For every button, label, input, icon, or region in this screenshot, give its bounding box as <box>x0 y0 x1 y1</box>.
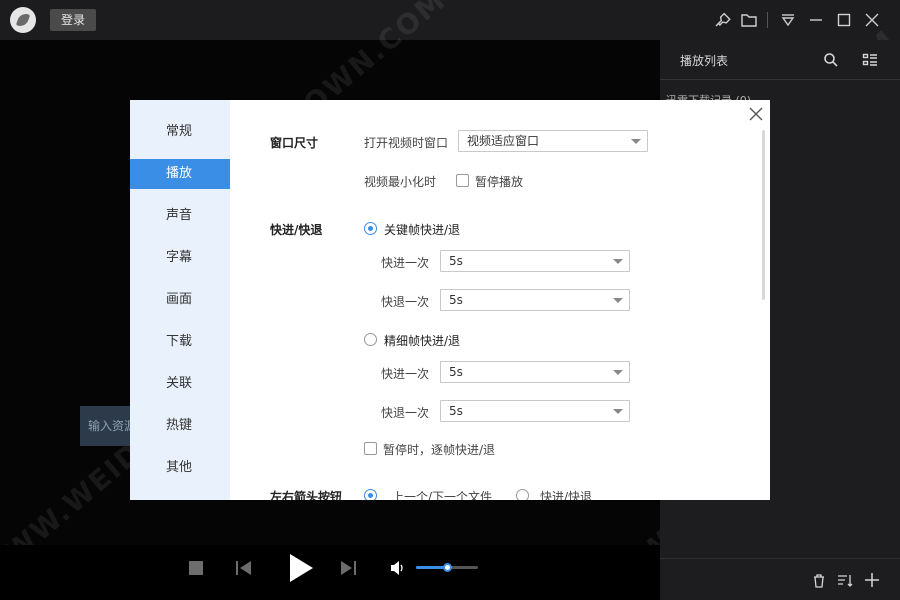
settings-dialog: 常规 播放 声音 字幕 画面 下载 关联 热键 其他 窗口尺寸 打开视频时窗口 … <box>130 100 770 500</box>
player-window: 登录 输入资源 WWW.WEIDOWN.COM WWW.WEIDOWN.COM … <box>0 0 900 600</box>
pause-on-minimize-label: 暂停播放 <box>475 175 524 189</box>
keyframe-seek-radio[interactable] <box>364 222 377 235</box>
section-title-window-size: 窗口尺寸 <box>270 136 319 150</box>
chevron-down-icon <box>613 409 623 414</box>
play-icon[interactable] <box>288 553 314 583</box>
volume-slider-handle[interactable] <box>443 563 452 572</box>
list-view-icon[interactable] <box>862 52 878 68</box>
settings-content: 窗口尺寸 打开视频时窗口 视频适应窗口 视频最小化时 暂停播放 快进/快退 关键… <box>230 100 770 500</box>
minimize-icon[interactable] <box>806 10 826 30</box>
search-icon[interactable] <box>823 52 839 68</box>
nav-item-general[interactable]: 常规 <box>130 117 230 147</box>
kf-forward-value: 5s <box>449 254 463 268</box>
sort-icon[interactable] <box>837 573 853 588</box>
frame-step-label: 暂停时，逐帧快进/退 <box>383 443 496 457</box>
nav-item-playback[interactable]: 播放 <box>130 159 230 189</box>
app-logo[interactable] <box>10 7 36 33</box>
playlist-footer <box>660 558 900 600</box>
kf-forward-label: 快进一次 <box>381 256 430 270</box>
chevron-down-icon <box>613 259 623 264</box>
kf-backward-label: 快退一次 <box>381 295 430 309</box>
precise-seek-radio[interactable] <box>364 333 377 346</box>
pr-backward-value: 5s <box>449 404 463 418</box>
nav-item-download[interactable]: 下载 <box>130 327 230 357</box>
pr-forward-select[interactable]: 5s <box>440 361 630 383</box>
section-title-arrow-keys: 左右箭头按钮 <box>270 490 343 500</box>
nav-item-hotkeys[interactable]: 热键 <box>130 411 230 441</box>
next-icon[interactable] <box>340 561 356 575</box>
pr-backward-select[interactable]: 5s <box>440 400 630 422</box>
open-window-select[interactable]: 视频适应窗口 <box>458 130 648 152</box>
playlist-header: 播放列表 <box>660 40 900 80</box>
volume-slider[interactable] <box>416 563 478 572</box>
kf-backward-value: 5s <box>449 293 463 307</box>
open-window-select-value: 视频适应窗口 <box>467 134 540 148</box>
pr-forward-value: 5s <box>449 365 463 379</box>
folder-icon[interactable] <box>739 10 759 30</box>
nav-item-other[interactable]: 其他 <box>130 453 230 483</box>
trash-icon[interactable] <box>812 573 826 588</box>
nav-item-association[interactable]: 关联 <box>130 369 230 399</box>
precise-seek-label: 精细帧快进/退 <box>384 334 461 348</box>
title-bar: 登录 <box>0 0 900 40</box>
chevron-down-icon <box>613 298 623 303</box>
playback-controls <box>0 545 660 600</box>
settings-scrollbar[interactable] <box>762 130 765 300</box>
close-icon[interactable] <box>748 106 764 122</box>
pause-on-minimize-checkbox[interactable] <box>456 174 469 187</box>
maximize-icon[interactable] <box>834 10 854 30</box>
chevron-down-icon <box>631 139 641 144</box>
kf-backward-select[interactable]: 5s <box>440 289 630 311</box>
stop-icon[interactable] <box>189 561 203 575</box>
minimize-label: 视频最小化时 <box>364 175 437 189</box>
volume-icon[interactable] <box>390 560 406 576</box>
menu-down-icon[interactable] <box>778 10 798 30</box>
kf-forward-select[interactable]: 5s <box>440 250 630 272</box>
close-icon[interactable] <box>862 10 882 30</box>
playlist-title: 播放列表 <box>680 54 729 68</box>
titlebar-divider <box>767 12 768 28</box>
prev-icon[interactable] <box>236 561 252 575</box>
nav-item-audio[interactable]: 声音 <box>130 201 230 231</box>
section-title-seek: 快进/快退 <box>270 223 323 237</box>
arrow-file-radio[interactable] <box>364 489 377 500</box>
keyframe-seek-label: 关键帧快进/退 <box>384 223 461 237</box>
login-button[interactable]: 登录 <box>50 9 96 31</box>
pr-forward-label: 快进一次 <box>381 367 430 381</box>
arrow-seek-radio[interactable] <box>516 489 529 500</box>
frame-step-checkbox[interactable] <box>364 442 377 455</box>
open-window-label: 打开视频时窗口 <box>364 136 449 150</box>
arrow-seek-label: 快进/快退 <box>540 490 593 500</box>
settings-nav: 常规 播放 声音 字幕 画面 下载 关联 热键 其他 <box>130 100 230 500</box>
pr-backward-label: 快退一次 <box>381 406 430 420</box>
nav-item-picture[interactable]: 画面 <box>130 285 230 315</box>
arrow-file-label: 上一个/下一个文件 <box>392 490 493 500</box>
add-icon[interactable] <box>864 572 880 588</box>
chevron-down-icon <box>613 370 623 375</box>
nav-item-subtitles[interactable]: 字幕 <box>130 243 230 273</box>
pin-icon[interactable] <box>712 10 732 30</box>
